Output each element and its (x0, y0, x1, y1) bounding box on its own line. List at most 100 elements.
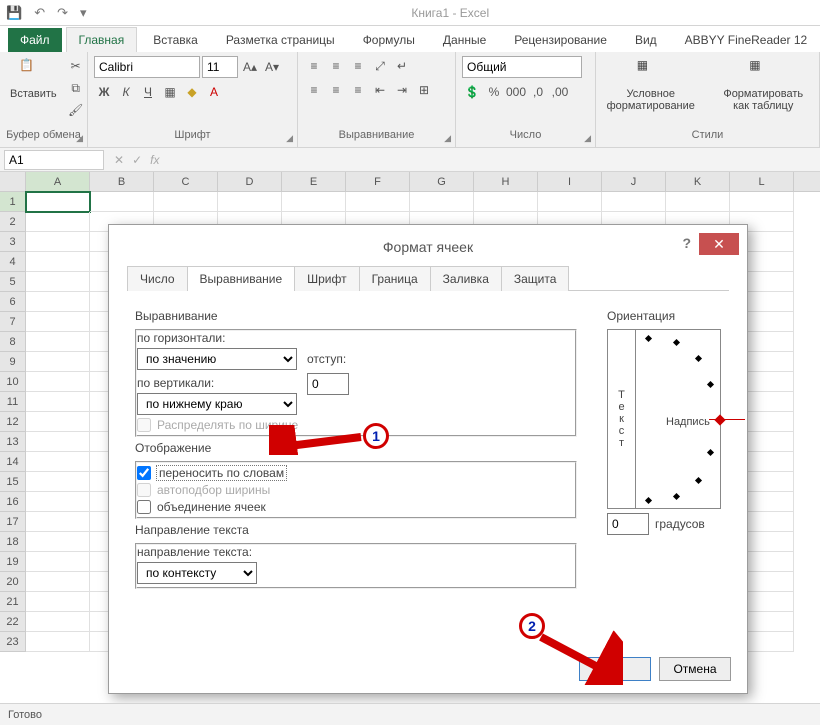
dialog-tab-border[interactable]: Граница (359, 266, 431, 291)
enter-formula-icon[interactable]: ✓ (132, 153, 142, 167)
merge-checkbox-input[interactable] (137, 500, 151, 514)
cell[interactable] (26, 492, 90, 512)
cell[interactable] (474, 192, 538, 212)
align-center-icon[interactable]: ≡ (326, 80, 346, 100)
dialog-tab-fill[interactable]: Заливка (430, 266, 502, 291)
cell[interactable] (410, 192, 474, 212)
column-header[interactable]: K (666, 172, 730, 191)
row-header[interactable]: 12 (0, 412, 25, 432)
alignment-launcher-icon[interactable]: ◢ (444, 133, 451, 144)
row-header[interactable]: 4 (0, 252, 25, 272)
fill-color-icon[interactable]: ◆ (182, 82, 202, 102)
merge-cells-checkbox[interactable]: объединение ячеек (137, 500, 575, 514)
dialog-help-icon[interactable]: ? (682, 235, 691, 251)
row-header[interactable]: 9 (0, 352, 25, 372)
tab-file[interactable]: Файл (8, 28, 62, 52)
copy-icon[interactable]: ⧉ (65, 78, 87, 98)
cell[interactable] (26, 432, 90, 452)
orientation-degrees-spin[interactable] (607, 513, 649, 535)
row-header[interactable]: 5 (0, 272, 25, 292)
font-launcher-icon[interactable]: ◢ (286, 133, 293, 144)
cell[interactable] (26, 592, 90, 612)
cell[interactable] (26, 312, 90, 332)
row-header[interactable]: 21 (0, 592, 25, 612)
column-header[interactable]: C (154, 172, 218, 191)
tab-insert[interactable]: Вставка (141, 28, 210, 52)
format-painter-icon[interactable]: 🖌 (65, 100, 87, 120)
row-header[interactable]: 22 (0, 612, 25, 632)
tab-view[interactable]: Вид (623, 28, 669, 52)
decrease-decimal-icon[interactable]: ,00 (550, 82, 570, 102)
font-name-select[interactable] (94, 56, 200, 78)
cell[interactable] (26, 192, 90, 212)
undo-icon[interactable]: ↶ (34, 5, 45, 21)
cell[interactable] (26, 352, 90, 372)
number-launcher-icon[interactable]: ◢ (584, 133, 591, 144)
column-header[interactable]: B (90, 172, 154, 191)
dialog-tab-font[interactable]: Шрифт (294, 266, 359, 291)
wrap-checkbox-input[interactable] (137, 466, 151, 480)
row-header[interactable]: 23 (0, 632, 25, 652)
indent-spin[interactable] (307, 373, 349, 395)
thousands-icon[interactable]: 000 (506, 82, 526, 102)
decrease-indent-icon[interactable]: ⇤ (370, 80, 390, 100)
row-headers[interactable]: 1234567891011121314151617181920212223 (0, 192, 26, 652)
column-header[interactable]: J (602, 172, 666, 191)
format-as-table-button[interactable]: ▦ Форматировать как таблицу (713, 56, 813, 114)
text-direction-select[interactable]: по контексту (137, 562, 257, 584)
cell[interactable] (26, 552, 90, 572)
row-header[interactable]: 2 (0, 212, 25, 232)
row-header[interactable]: 18 (0, 532, 25, 552)
tab-abbyy[interactable]: ABBYY FineReader 12 (673, 28, 820, 52)
row-header[interactable]: 10 (0, 372, 25, 392)
row-header[interactable]: 11 (0, 392, 25, 412)
row-header[interactable]: 17 (0, 512, 25, 532)
cell[interactable] (26, 392, 90, 412)
dialog-close-button[interactable]: ✕ (699, 233, 739, 255)
cell[interactable] (730, 192, 794, 212)
select-all-corner[interactable] (0, 172, 26, 192)
formula-input[interactable] (169, 150, 820, 170)
cut-icon[interactable]: ✂ (65, 56, 87, 76)
cell[interactable] (26, 612, 90, 632)
cell[interactable] (90, 192, 154, 212)
align-right-icon[interactable]: ≡ (348, 80, 368, 100)
tab-data[interactable]: Данные (431, 28, 498, 52)
clipboard-launcher-icon[interactable]: ◢ (76, 133, 83, 144)
orientation-widget[interactable]: Текст Надпись (607, 329, 721, 509)
font-color-icon[interactable]: A (204, 82, 224, 102)
align-top-icon[interactable]: ≡ (304, 56, 324, 76)
name-box[interactable] (4, 150, 104, 170)
cell[interactable] (602, 192, 666, 212)
column-header[interactable]: H (474, 172, 538, 191)
cell[interactable] (26, 292, 90, 312)
align-bottom-icon[interactable]: ≡ (348, 56, 368, 76)
cell[interactable] (26, 512, 90, 532)
row-header[interactable]: 8 (0, 332, 25, 352)
row-header[interactable]: 6 (0, 292, 25, 312)
cancel-formula-icon[interactable]: ✕ (114, 153, 124, 167)
conditional-formatting-button[interactable]: ▦ Условное форматирование (602, 56, 699, 114)
row-header[interactable]: 13 (0, 432, 25, 452)
cell[interactable] (346, 192, 410, 212)
grow-font-icon[interactable]: A▴ (240, 57, 260, 77)
cell[interactable] (154, 192, 218, 212)
horiz-align-select[interactable]: по значению (137, 348, 297, 370)
increase-decimal-icon[interactable]: ,0 (528, 82, 548, 102)
cell[interactable] (26, 452, 90, 472)
cell[interactable] (666, 192, 730, 212)
cell[interactable] (26, 412, 90, 432)
dialog-tab-number[interactable]: Число (127, 266, 188, 291)
row-header[interactable]: 20 (0, 572, 25, 592)
tab-home[interactable]: Главная (66, 27, 138, 52)
column-header[interactable]: F (346, 172, 410, 191)
row-header[interactable]: 3 (0, 232, 25, 252)
cell[interactable] (282, 192, 346, 212)
column-header[interactable]: A (26, 172, 90, 191)
column-header[interactable]: G (410, 172, 474, 191)
redo-icon[interactable]: ↷ (57, 5, 68, 21)
cancel-button[interactable]: Отмена (659, 657, 731, 681)
italic-button[interactable]: К (116, 82, 136, 102)
merge-icon[interactable]: ⊞ (414, 80, 434, 100)
column-header[interactable]: E (282, 172, 346, 191)
